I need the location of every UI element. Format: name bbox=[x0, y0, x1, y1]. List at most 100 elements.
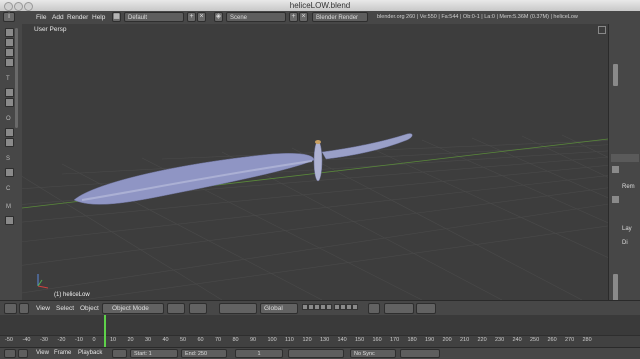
toolbar-scrollbar[interactable] bbox=[15, 28, 18, 128]
sync-mode-select[interactable]: No Sync bbox=[350, 349, 396, 358]
render-engine-select[interactable]: Blender Render bbox=[312, 12, 368, 22]
start-frame-field[interactable]: Start: 1 bbox=[130, 349, 178, 358]
info-header: i File Add Render Help ▦ Default + × ◈ S… bbox=[0, 11, 640, 25]
scene-field[interactable]: Scene bbox=[226, 12, 286, 22]
add-layout-button[interactable]: + bbox=[187, 12, 196, 22]
panel-tab[interactable] bbox=[611, 154, 639, 162]
editor-type-icon[interactable]: i bbox=[3, 12, 15, 22]
remove-scene-button[interactable]: × bbox=[299, 12, 308, 22]
view-label: User Persp bbox=[34, 26, 67, 33]
timeline-tick-label: 90 bbox=[250, 337, 257, 343]
screen-layout-icon[interactable]: ▦ bbox=[112, 12, 121, 22]
proportional-edit-button[interactable] bbox=[384, 303, 414, 314]
timeline-header: View Frame Playback Start: 1 End: 250 1 … bbox=[0, 347, 640, 359]
timeline-menu-view[interactable]: View bbox=[36, 350, 49, 356]
propeller-mesh[interactable] bbox=[73, 133, 413, 205]
panel-label-rem: Rem bbox=[622, 184, 635, 190]
snap-button[interactable] bbox=[416, 303, 436, 314]
tab-create[interactable]: C bbox=[6, 186, 10, 192]
tool-button[interactable] bbox=[5, 216, 14, 225]
tool-button[interactable] bbox=[5, 168, 14, 177]
timeline-tick-label: 160 bbox=[372, 337, 382, 343]
tab-object[interactable]: O bbox=[6, 116, 11, 122]
preview-range-button[interactable] bbox=[112, 349, 127, 358]
add-scene-button[interactable]: + bbox=[289, 12, 298, 22]
properties-toggle-icon[interactable] bbox=[598, 26, 606, 34]
timeline-tick-label: 60 bbox=[197, 337, 204, 343]
manipulator-buttons[interactable] bbox=[219, 303, 257, 314]
timeline-tick-label: 180 bbox=[407, 337, 417, 343]
tool-shelf: T O S C M bbox=[0, 24, 23, 300]
viewport-canvas[interactable] bbox=[22, 24, 608, 300]
orientation-select[interactable]: Global bbox=[260, 303, 298, 314]
tab-tools[interactable]: T bbox=[6, 76, 10, 82]
screen-layout-field[interactable]: Default bbox=[124, 12, 184, 22]
timeline-tick-label: 0 bbox=[92, 337, 96, 343]
timeline-tick-label: 10 bbox=[110, 337, 117, 343]
timeline-tick-label: 20 bbox=[127, 337, 134, 343]
3d-viewport[interactable]: User Persp (1) heliceLow bbox=[22, 24, 608, 300]
menu-view[interactable]: View bbox=[36, 305, 50, 312]
editor-type-icon[interactable] bbox=[4, 349, 16, 358]
timeline-playhead[interactable] bbox=[104, 315, 106, 347]
current-frame-field[interactable]: 1 bbox=[235, 349, 283, 358]
menu-help[interactable]: Help bbox=[92, 14, 105, 21]
tab-misc[interactable]: M bbox=[6, 204, 11, 210]
tab-shading[interactable]: S bbox=[6, 156, 10, 162]
layer-buttons[interactable] bbox=[302, 301, 362, 316]
timeline-tick-label: 130 bbox=[320, 337, 330, 343]
modifier-icon[interactable] bbox=[612, 196, 619, 203]
tool-button[interactable] bbox=[5, 58, 14, 67]
timeline-menu-playback[interactable]: Playback bbox=[78, 350, 102, 356]
timeline-tick-label: 100 bbox=[267, 337, 277, 343]
tool-button[interactable] bbox=[5, 88, 14, 97]
tool-button[interactable] bbox=[5, 98, 14, 107]
scene-icon[interactable]: ◈ bbox=[214, 12, 223, 22]
constraint-icon[interactable] bbox=[612, 166, 619, 173]
tool-button[interactable] bbox=[5, 128, 14, 137]
pivot-select[interactable] bbox=[189, 303, 207, 314]
axis-gizmo bbox=[37, 274, 49, 289]
end-frame-field[interactable]: End: 250 bbox=[181, 349, 227, 358]
playback-controls[interactable] bbox=[288, 349, 344, 358]
shading-select[interactable] bbox=[167, 303, 185, 314]
menu-select[interactable]: Select bbox=[56, 305, 74, 312]
remove-layout-button[interactable]: × bbox=[197, 12, 206, 22]
window-title: heliceLOW.blend bbox=[289, 1, 351, 10]
timeline-menu-frame[interactable]: Frame bbox=[54, 350, 71, 356]
active-object-label: (1) heliceLow bbox=[54, 292, 90, 298]
panel-label-lay: Lay bbox=[622, 226, 632, 232]
menu-add[interactable]: Add bbox=[52, 14, 64, 21]
menu-render[interactable]: Render bbox=[67, 14, 88, 21]
timeline-tick-label: -40 bbox=[22, 337, 31, 343]
timeline-tick-label: 120 bbox=[302, 337, 312, 343]
timeline-tick-label: 40 bbox=[162, 337, 169, 343]
view3d-header: View Select Object Object Mode Global bbox=[0, 300, 640, 316]
tool-button[interactable] bbox=[5, 28, 14, 37]
timeline-tick-label: 30 bbox=[145, 337, 152, 343]
keying-buttons[interactable] bbox=[400, 349, 440, 358]
timeline-tick-label: -50 bbox=[5, 337, 13, 343]
timeline-tick-label: 230 bbox=[495, 337, 505, 343]
timeline-tick-label: 270 bbox=[565, 337, 575, 343]
menu-file[interactable]: File bbox=[36, 14, 46, 21]
timeline-tick-label: 220 bbox=[477, 337, 487, 343]
header-menu-toggle[interactable] bbox=[18, 349, 28, 358]
panel-handle[interactable] bbox=[613, 64, 618, 86]
tool-button[interactable] bbox=[5, 48, 14, 57]
timeline[interactable]: -50 -40 -30 -20 -10 0 10 20 30 40 50 60 70 80 90 100 110… bbox=[0, 315, 640, 347]
editor-type-icon[interactable] bbox=[4, 303, 17, 314]
tool-button[interactable] bbox=[5, 138, 14, 147]
tool-button[interactable] bbox=[5, 38, 14, 47]
lock-layers-button[interactable] bbox=[368, 303, 380, 314]
timeline-tick-label: 80 bbox=[232, 337, 239, 343]
header-menu-toggle[interactable] bbox=[19, 303, 29, 314]
timeline-track[interactable] bbox=[0, 315, 640, 336]
properties-region: Rem Lay Di bbox=[608, 24, 640, 314]
menu-object[interactable]: Object bbox=[80, 305, 99, 312]
timeline-tick-label: 170 bbox=[390, 337, 400, 343]
timeline-tick-label: 50 bbox=[180, 337, 187, 343]
timeline-tick-label: 110 bbox=[285, 337, 294, 343]
mode-select[interactable]: Object Mode bbox=[102, 303, 164, 314]
timeline-tick-label: -30 bbox=[40, 337, 48, 343]
